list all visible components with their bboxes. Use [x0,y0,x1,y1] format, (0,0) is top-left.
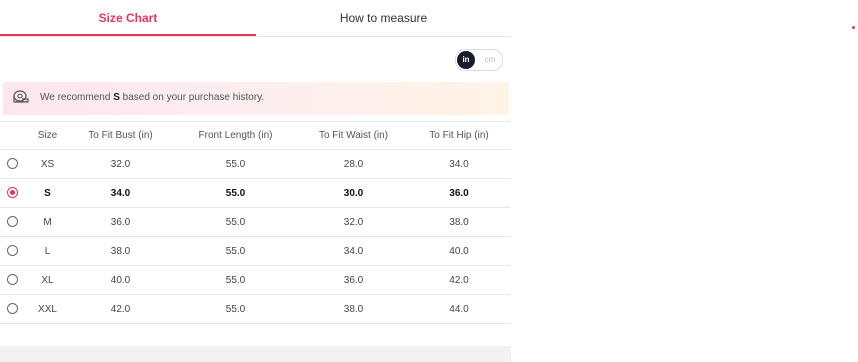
cell-bust: 38.0 [70,236,171,266]
size-table: Size To Fit Bust (in) Front Length (in) … [0,121,511,324]
recommendation-text: We recommend S based on your purchase hi… [40,92,265,103]
cell-waist: 28.0 [300,149,407,179]
cell-bust: 34.0 [70,178,171,208]
tab-how-to-measure[interactable]: How to measure [256,0,511,36]
row-radio-cell [0,207,25,237]
cell-bust: 42.0 [70,294,171,324]
size-radio-button[interactable] [7,187,18,199]
table-row[interactable]: M 36.0 55.0 32.0 38.0 [0,207,511,237]
cell-waist: 38.0 [300,294,407,324]
cell-hip: 44.0 [407,294,511,324]
cell-hip: 36.0 [407,178,511,208]
cell-bust: 40.0 [70,265,171,295]
header-size: Size [25,121,70,150]
size-radio-button[interactable] [7,274,18,286]
cell-size: XS [25,149,70,179]
cell-front-length: 55.0 [171,149,300,179]
cell-hip: 40.0 [407,236,511,266]
header-bust: To Fit Bust (in) [70,121,171,150]
table-row[interactable]: L 38.0 55.0 34.0 40.0 [0,236,511,266]
cell-bust: 32.0 [70,149,171,179]
cell-front-length: 55.0 [171,207,300,237]
row-radio-cell [0,236,25,266]
cell-front-length: 55.0 [171,265,300,295]
cell-hip: 42.0 [407,265,511,295]
row-radio-cell [0,265,25,295]
cell-waist: 30.0 [300,178,407,208]
size-radio-button[interactable] [7,303,18,315]
cell-waist: 32.0 [300,207,407,237]
radio-column-header [0,121,25,150]
cell-front-length: 55.0 [171,178,300,208]
header-waist: To Fit Waist (in) [300,121,407,150]
tab-size-chart[interactable]: Size Chart [0,0,256,36]
table-row[interactable]: XXL 42.0 55.0 38.0 44.0 [0,294,511,324]
cell-waist: 36.0 [300,265,407,295]
row-radio-cell [0,149,25,179]
row-radio-cell [0,294,25,324]
size-radio-button[interactable] [7,216,18,228]
cell-waist: 34.0 [300,236,407,266]
unit-cm-option[interactable]: cm [481,51,499,69]
tab-bar: Size Chart How to measure [0,0,511,37]
cell-bust: 36.0 [70,207,171,237]
header-front-length: Front Length (in) [171,121,300,150]
recommendation-banner: We recommend S based on your purchase hi… [3,82,509,115]
indicator-dot [852,26,855,29]
table-row[interactable]: XL 40.0 55.0 36.0 42.0 [0,265,511,295]
size-radio-button[interactable] [7,158,18,170]
size-chart-panel: Size Chart How to measure in cm We recom… [0,0,511,362]
unit-toggle[interactable]: in cm [455,49,503,71]
unit-in-option[interactable]: in [457,51,475,69]
size-radio-button[interactable] [7,245,18,257]
tape-measure-icon [13,90,29,103]
cell-front-length: 55.0 [171,236,300,266]
cell-hip: 38.0 [407,207,511,237]
cell-size: L [25,236,70,266]
cell-hip: 34.0 [407,149,511,179]
cell-size: XXL [25,294,70,324]
cell-front-length: 55.0 [171,294,300,324]
header-hip: To Fit Hip (in) [407,121,511,150]
table-header-row: Size To Fit Bust (in) Front Length (in) … [0,121,511,150]
bottom-bar [0,346,511,362]
table-row[interactable]: XS 32.0 55.0 28.0 34.0 [0,149,511,179]
cell-size: S [25,178,70,208]
cell-size: M [25,207,70,237]
recommended-size: S [113,92,120,103]
row-radio-cell [0,178,25,208]
table-row[interactable]: S 34.0 55.0 30.0 36.0 [0,178,511,208]
cell-size: XL [25,265,70,295]
